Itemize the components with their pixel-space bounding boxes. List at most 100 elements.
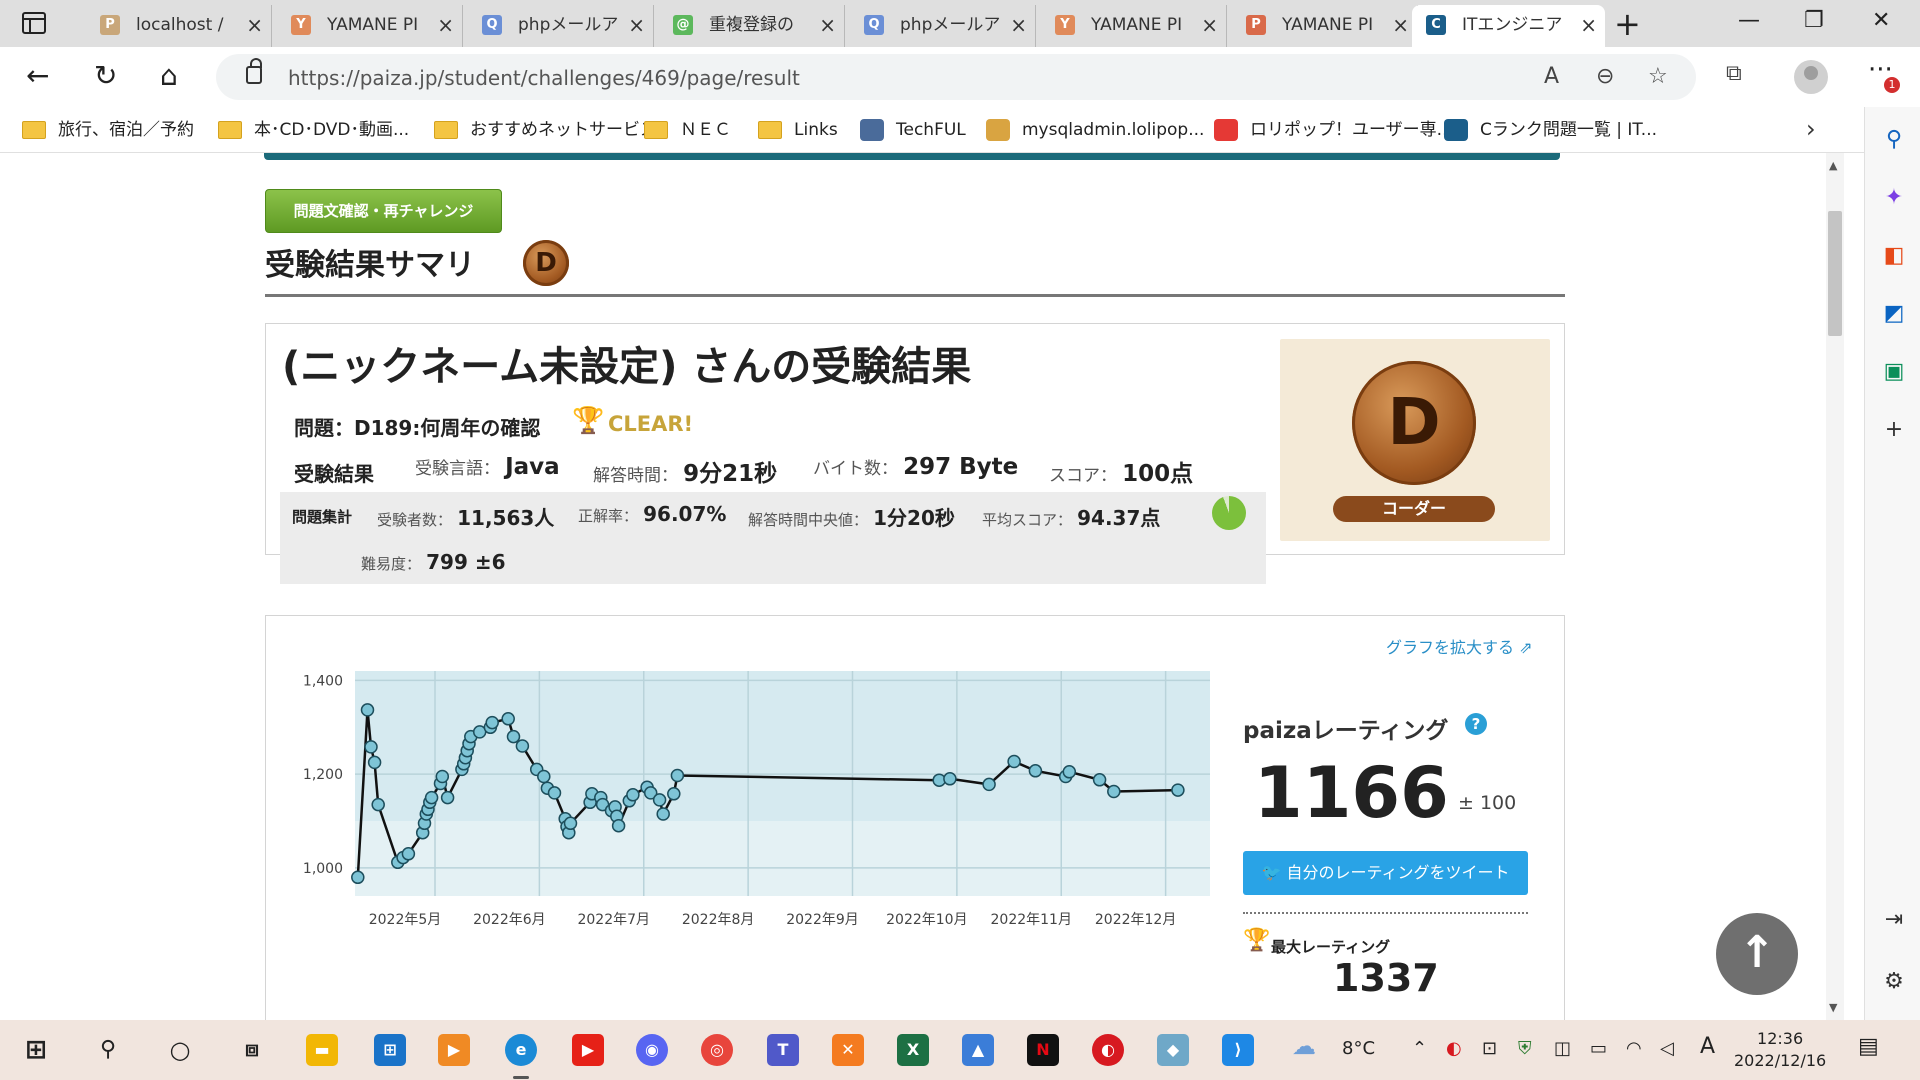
help-icon[interactable]: ? [1465, 713, 1487, 735]
rating-graph-panel: グラフを拡大する ⇗ 2022年5月 2022年6月 2022年7月 2022年8月 2… [265, 615, 1565, 1020]
tray-defender-icon[interactable]: ⛨ [1518, 1038, 1532, 1059]
clock[interactable]: 12:36 2022/12/16 [1734, 1028, 1826, 1072]
bookmark-link[interactable]: Cランク問題一覧 | IT... [1444, 117, 1657, 143]
refresh-icon[interactable]: ↻ [94, 61, 117, 91]
bookmark-folder[interactable]: 本･CD･DVD･動画... [218, 117, 409, 143]
favorite-icon[interactable]: ☆ [1648, 64, 1668, 89]
favicon-icon: C [1426, 15, 1446, 35]
app-icon[interactable]: ◆ [1157, 1034, 1189, 1066]
rating-point [1092, 773, 1107, 787]
twitter-bird-icon: 🐦 [1261, 863, 1282, 882]
retry-challenge-button[interactable]: 問題文確認・再チャレンジ [265, 189, 502, 233]
teams-icon[interactable]: T [767, 1034, 799, 1066]
collections-icon[interactable]: ⧉ [1726, 61, 1742, 86]
forms-icon[interactable]: ▣ [1881, 359, 1907, 385]
profile-avatar[interactable] [1794, 60, 1828, 94]
bookmark-folder[interactable]: 旅行、宿泊／予約 [22, 117, 194, 143]
ime-indicator[interactable]: A [1700, 1034, 1715, 1059]
browser-tab[interactable]: C ITエンジニア × [1412, 5, 1605, 47]
tab-actions-icon[interactable] [22, 12, 46, 34]
lock-icon[interactable] [246, 58, 262, 84]
scroll-thumb[interactable] [1828, 211, 1842, 336]
browser-tab[interactable]: Y YAMANE PI × [1041, 5, 1227, 47]
office-icon[interactable]: ◧ [1881, 243, 1907, 269]
xampp-icon[interactable]: ✕ [832, 1034, 864, 1066]
browser-tab[interactable]: Qphpメールア × [850, 5, 1036, 47]
close-tab-icon[interactable]: × [1392, 5, 1409, 45]
browser-tab[interactable]: Qphpメールア × [468, 5, 654, 47]
task-view-icon[interactable]: ⧈ [236, 1034, 268, 1066]
wifi-icon[interactable]: ◠ [1626, 1038, 1642, 1059]
rating-point [611, 818, 626, 833]
read-aloud-icon[interactable]: A [1544, 64, 1559, 89]
media-player-icon[interactable]: ▶ [438, 1034, 470, 1066]
close-tab-icon[interactable]: × [819, 5, 836, 45]
close-tab-icon[interactable]: × [1580, 5, 1597, 45]
close-tab-icon[interactable]: × [1201, 5, 1218, 45]
netflix-icon[interactable]: N [1027, 1034, 1059, 1066]
restore-icon[interactable]: ❐ [1804, 8, 1824, 33]
file-explorer-icon[interactable]: ▬ [306, 1034, 338, 1066]
home-icon[interactable]: ⌂ [160, 61, 178, 91]
back-to-top-button[interactable]: ↑ [1716, 913, 1798, 995]
bookmark-folder[interactable]: Links [758, 117, 838, 143]
weather-temp[interactable]: 8°C [1342, 1038, 1375, 1059]
notification-center-icon[interactable]: ▤ [1858, 1034, 1879, 1059]
zoom-out-icon[interactable]: ⊖ [1596, 64, 1614, 89]
minimize-icon[interactable]: — [1738, 8, 1760, 33]
rating-point [351, 870, 365, 885]
start-windows-icon[interactable]: ⊞ [20, 1034, 52, 1066]
bookmark-folder[interactable]: おすすめネットサービス [434, 117, 657, 143]
tray-security-icon[interactable]: ◐ [1446, 1038, 1462, 1059]
enlarge-graph-link[interactable]: グラフを拡大する ⇗ [1386, 634, 1533, 658]
browser-tab[interactable]: Plocalhost / × [86, 5, 272, 47]
scroll-down-icon[interactable]: ▼ [1829, 1001, 1837, 1014]
close-tab-icon[interactable]: × [628, 5, 645, 45]
search-icon[interactable]: ⚲ [1881, 127, 1907, 153]
new-tab-button[interactable]: + [1614, 6, 1641, 42]
close-tab-icon[interactable]: × [246, 5, 263, 45]
bookmarks-overflow-icon[interactable]: › [1806, 115, 1816, 143]
chrome-icon[interactable]: ◎ [701, 1034, 733, 1066]
vscode-icon[interactable]: ⟩ [1222, 1034, 1254, 1066]
tweet-rating-button[interactable]: 🐦 自分のレーティングをツイート [1243, 851, 1528, 895]
sidebar-collapse-icon[interactable]: ⇥ [1881, 907, 1907, 933]
antivirus-icon[interactable]: ◐ [1092, 1034, 1124, 1066]
tray-overflow-icon[interactable]: ⌃ [1412, 1038, 1427, 1059]
cortana-icon[interactable]: ○ [164, 1034, 196, 1066]
bookmark-link[interactable]: TechFUL [860, 117, 966, 143]
page-scrollbar[interactable]: ▲ ▼ [1826, 153, 1844, 1020]
store-icon[interactable]: ⊞ [374, 1034, 406, 1066]
bookmark-folder[interactable]: ＮＥＣ [644, 117, 731, 143]
settings-gear-icon[interactable]: ⚙ [1881, 969, 1907, 995]
discord-icon[interactable]: ◉ [636, 1034, 668, 1066]
browser-tab[interactable]: Y YAMANE PI × [277, 5, 463, 47]
close-tab-icon[interactable]: × [1010, 5, 1027, 45]
tray-camera-icon[interactable]: ◫ [1554, 1038, 1571, 1059]
scroll-up-icon[interactable]: ▲ [1829, 159, 1837, 172]
favicon-icon: Y [291, 15, 311, 35]
add-sidebar-app-icon[interactable]: + [1881, 417, 1907, 443]
taskbar-search-icon[interactable]: ⚲ [92, 1034, 124, 1066]
tab-label: YAMANE PI [327, 15, 419, 35]
close-window-icon[interactable]: ✕ [1872, 8, 1890, 33]
url-text[interactable]: https://paiza.jp/student/challenges/469/… [288, 66, 800, 90]
bookmark-link[interactable]: mysqladmin.lolipop... [986, 117, 1204, 143]
battery-icon[interactable]: ▭ [1590, 1038, 1607, 1059]
address-bar[interactable]: https://paiza.jp/student/challenges/469/… [216, 54, 1696, 100]
discover-icon[interactable]: ✦ [1881, 185, 1907, 211]
excel-icon[interactable]: X [897, 1034, 929, 1066]
weather-cloud-icon[interactable]: ☁ [1292, 1032, 1316, 1060]
youtube-icon[interactable]: ▶ [572, 1034, 604, 1066]
edge-browser-icon[interactable]: e [505, 1034, 537, 1079]
back-icon[interactable]: ← [26, 61, 49, 91]
browser-tab[interactable]: P YAMANE PI × [1232, 5, 1418, 47]
bookmark-link[interactable]: ロリポップ！ユーザー専... [1214, 117, 1453, 143]
tray-app-icon[interactable]: ⊡ [1482, 1038, 1497, 1059]
photos-icon[interactable]: ▲ [962, 1034, 994, 1066]
plot-band [355, 821, 1210, 896]
outlook-icon[interactable]: ◩ [1881, 301, 1907, 327]
close-tab-icon[interactable]: × [437, 5, 454, 45]
volume-muted-icon[interactable]: ◁ [1660, 1038, 1674, 1059]
browser-tab[interactable]: @ 重複登録の × [659, 5, 845, 47]
